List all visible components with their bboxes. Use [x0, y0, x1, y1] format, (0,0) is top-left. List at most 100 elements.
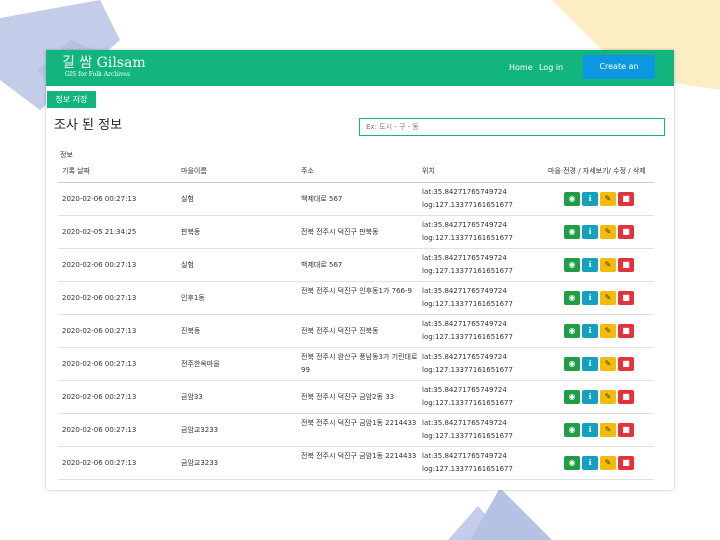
search-input[interactable] — [359, 118, 665, 136]
view-button[interactable]: ◉ — [564, 357, 580, 371]
detail-button[interactable]: ℹ — [582, 456, 598, 470]
cell-location: lat:35.84271765749724 log:127.13377161651… — [422, 384, 513, 410]
navbar: 길 쌈 Gilsam GIS for Folk Archives Home Lo… — [46, 50, 674, 95]
edit-button[interactable]: ✎ — [600, 192, 616, 206]
delete-button[interactable]: ■ — [618, 423, 634, 437]
table-row: 2020-02-06 00:27:13 전주한옥마을 전북 전주시 완산구 풍남동3… — [46, 348, 674, 381]
edit-icon: ✎ — [604, 194, 612, 203]
cell-latitude: lat:35.84271765749724 — [422, 419, 507, 427]
cell-date: 2020-02-06 00:27:13 — [62, 426, 137, 434]
cell-location: lat:35.84271765749724 log:127.13377161651… — [422, 417, 513, 443]
info-icon: ℹ — [588, 326, 592, 335]
edit-icon: ✎ — [604, 293, 612, 302]
info-icon: ℹ — [588, 260, 592, 269]
nav-login-link[interactable]: Log in — [539, 63, 563, 73]
delete-button[interactable]: ■ — [618, 324, 634, 338]
header-date: 기록 날짜 — [62, 167, 90, 175]
delete-button[interactable]: ■ — [618, 258, 634, 272]
view-button[interactable]: ◉ — [564, 324, 580, 338]
brand-logo[interactable]: 길 쌈 Gilsam GIS for Folk Archives — [62, 55, 146, 79]
cell-latitude: lat:35.84271765749724 — [422, 353, 507, 361]
view-button[interactable]: ◉ — [564, 423, 580, 437]
edit-button[interactable]: ✎ — [600, 225, 616, 239]
edit-button[interactable]: ✎ — [600, 390, 616, 404]
delete-button[interactable]: ■ — [618, 192, 634, 206]
create-account-button[interactable]: Create an account — [583, 55, 655, 95]
edit-button[interactable]: ✎ — [600, 291, 616, 305]
nav-home-link[interactable]: Home — [509, 63, 533, 73]
cell-latitude: lat:35.84271765749724 — [422, 188, 507, 196]
save-info-button[interactable]: 정보 저장 — [47, 91, 96, 108]
view-button[interactable]: ◉ — [564, 291, 580, 305]
detail-button[interactable]: ℹ — [582, 324, 598, 338]
edit-button[interactable]: ✎ — [600, 324, 616, 338]
cell-latitude: lat:35.84271765749724 — [422, 287, 507, 295]
edit-button[interactable]: ✎ — [600, 423, 616, 437]
cell-date: 2020-02-06 00:27:13 — [62, 195, 137, 203]
detail-button[interactable]: ℹ — [582, 258, 598, 272]
table-row: 2020-02-06 00:27:13 금암33 전북 전주시 덕진구 금암2동 3… — [46, 381, 674, 414]
trash-icon: ■ — [622, 293, 630, 302]
cell-address: 전북 전주시 완산구 풍남동3가 기린대로 99 — [301, 353, 418, 374]
edit-icon: ✎ — [604, 425, 612, 434]
detail-button[interactable]: ℹ — [582, 291, 598, 305]
cell-date: 2020-02-06 00:27:13 — [62, 459, 137, 467]
delete-button[interactable]: ■ — [618, 456, 634, 470]
edit-icon: ✎ — [604, 458, 612, 467]
edit-button[interactable]: ✎ — [600, 357, 616, 371]
edit-button[interactable]: ✎ — [600, 258, 616, 272]
cell-longitude: log:127.13377161651677 — [422, 366, 513, 374]
header-location: 위치 — [422, 167, 435, 175]
delete-button[interactable]: ■ — [618, 390, 634, 404]
info-icon: ℹ — [588, 227, 592, 236]
detail-button[interactable]: ℹ — [582, 225, 598, 239]
edit-icon: ✎ — [604, 326, 612, 335]
view-button[interactable]: ◉ — [564, 192, 580, 206]
table-header: 기록 날짜 마을이름 주소 위치 마을 전경 / 자세보기/ 수정 / 삭제 — [46, 167, 674, 181]
view-button[interactable]: ◉ — [564, 456, 580, 470]
cell-date: 2020-02-06 00:27:13 — [62, 327, 137, 335]
cell-location: lat:35.84271765749724 log:127.13377161651… — [422, 318, 513, 344]
detail-button[interactable]: ℹ — [582, 357, 598, 371]
cell-longitude: log:127.13377161651677 — [422, 201, 513, 209]
cell-location: lat:35.84271765749724 log:127.13377161651… — [422, 219, 513, 245]
table-row: 2020-02-06 00:27:13 실험 백제대로 567 lat:35.8427… — [46, 183, 674, 216]
cell-village-name: 인후1동 — [181, 294, 205, 302]
view-button[interactable]: ◉ — [564, 225, 580, 239]
cell-longitude: log:127.13377161651677 — [422, 399, 513, 407]
view-button[interactable]: ◉ — [564, 390, 580, 404]
cell-village-name: 진북동 — [181, 327, 201, 335]
cell-village-name: 금암교3233 — [181, 459, 219, 467]
cell-date: 2020-02-05 21:34:25 — [62, 228, 137, 236]
info-icon: ℹ — [588, 359, 592, 368]
trash-icon: ■ — [622, 359, 630, 368]
cell-village-name: 금암33 — [181, 393, 203, 401]
brand-subtitle: GIS for Folk Archives — [65, 71, 131, 78]
trash-icon: ■ — [622, 392, 630, 401]
app-window: 길 쌈 Gilsam GIS for Folk Archives Home Lo… — [46, 50, 674, 490]
info-icon: ℹ — [588, 392, 592, 401]
delete-button[interactable]: ■ — [618, 225, 634, 239]
header-actions: 마을 전경 / 자세보기/ 수정 / 삭제 — [548, 167, 646, 175]
cell-latitude: lat:35.84271765749724 — [422, 221, 507, 229]
delete-button[interactable]: ■ — [618, 357, 634, 371]
delete-button[interactable]: ■ — [618, 291, 634, 305]
brand-title: 길 쌈 Gilsam — [62, 55, 146, 71]
page-title: 조사 된 정보 — [54, 118, 123, 133]
cell-address: 백제대로 567 — [301, 195, 343, 203]
detail-button[interactable]: ℹ — [582, 423, 598, 437]
cell-date: 2020-02-06 00:27:13 — [62, 294, 137, 302]
cell-address: 전북 전주시 덕진구 판북동 — [301, 228, 379, 236]
cell-latitude: lat:35.84271765749724 — [422, 320, 507, 328]
info-icon: ℹ — [588, 293, 592, 302]
view-button[interactable]: ◉ — [564, 258, 580, 272]
cell-village-name: 판북동 — [181, 228, 201, 236]
detail-button[interactable]: ℹ — [582, 192, 598, 206]
cell-address: 전북 전주시 덕진구 금암1동 2214433 — [301, 419, 417, 427]
cell-village-name: 금암교3233 — [181, 426, 219, 434]
cell-location: lat:35.84271765749724 log:127.13377161651… — [422, 186, 513, 212]
eye-icon: ◉ — [568, 326, 576, 335]
edit-button[interactable]: ✎ — [600, 456, 616, 470]
detail-button[interactable]: ℹ — [582, 390, 598, 404]
cell-date: 2020-02-06 00:27:13 — [62, 393, 137, 401]
